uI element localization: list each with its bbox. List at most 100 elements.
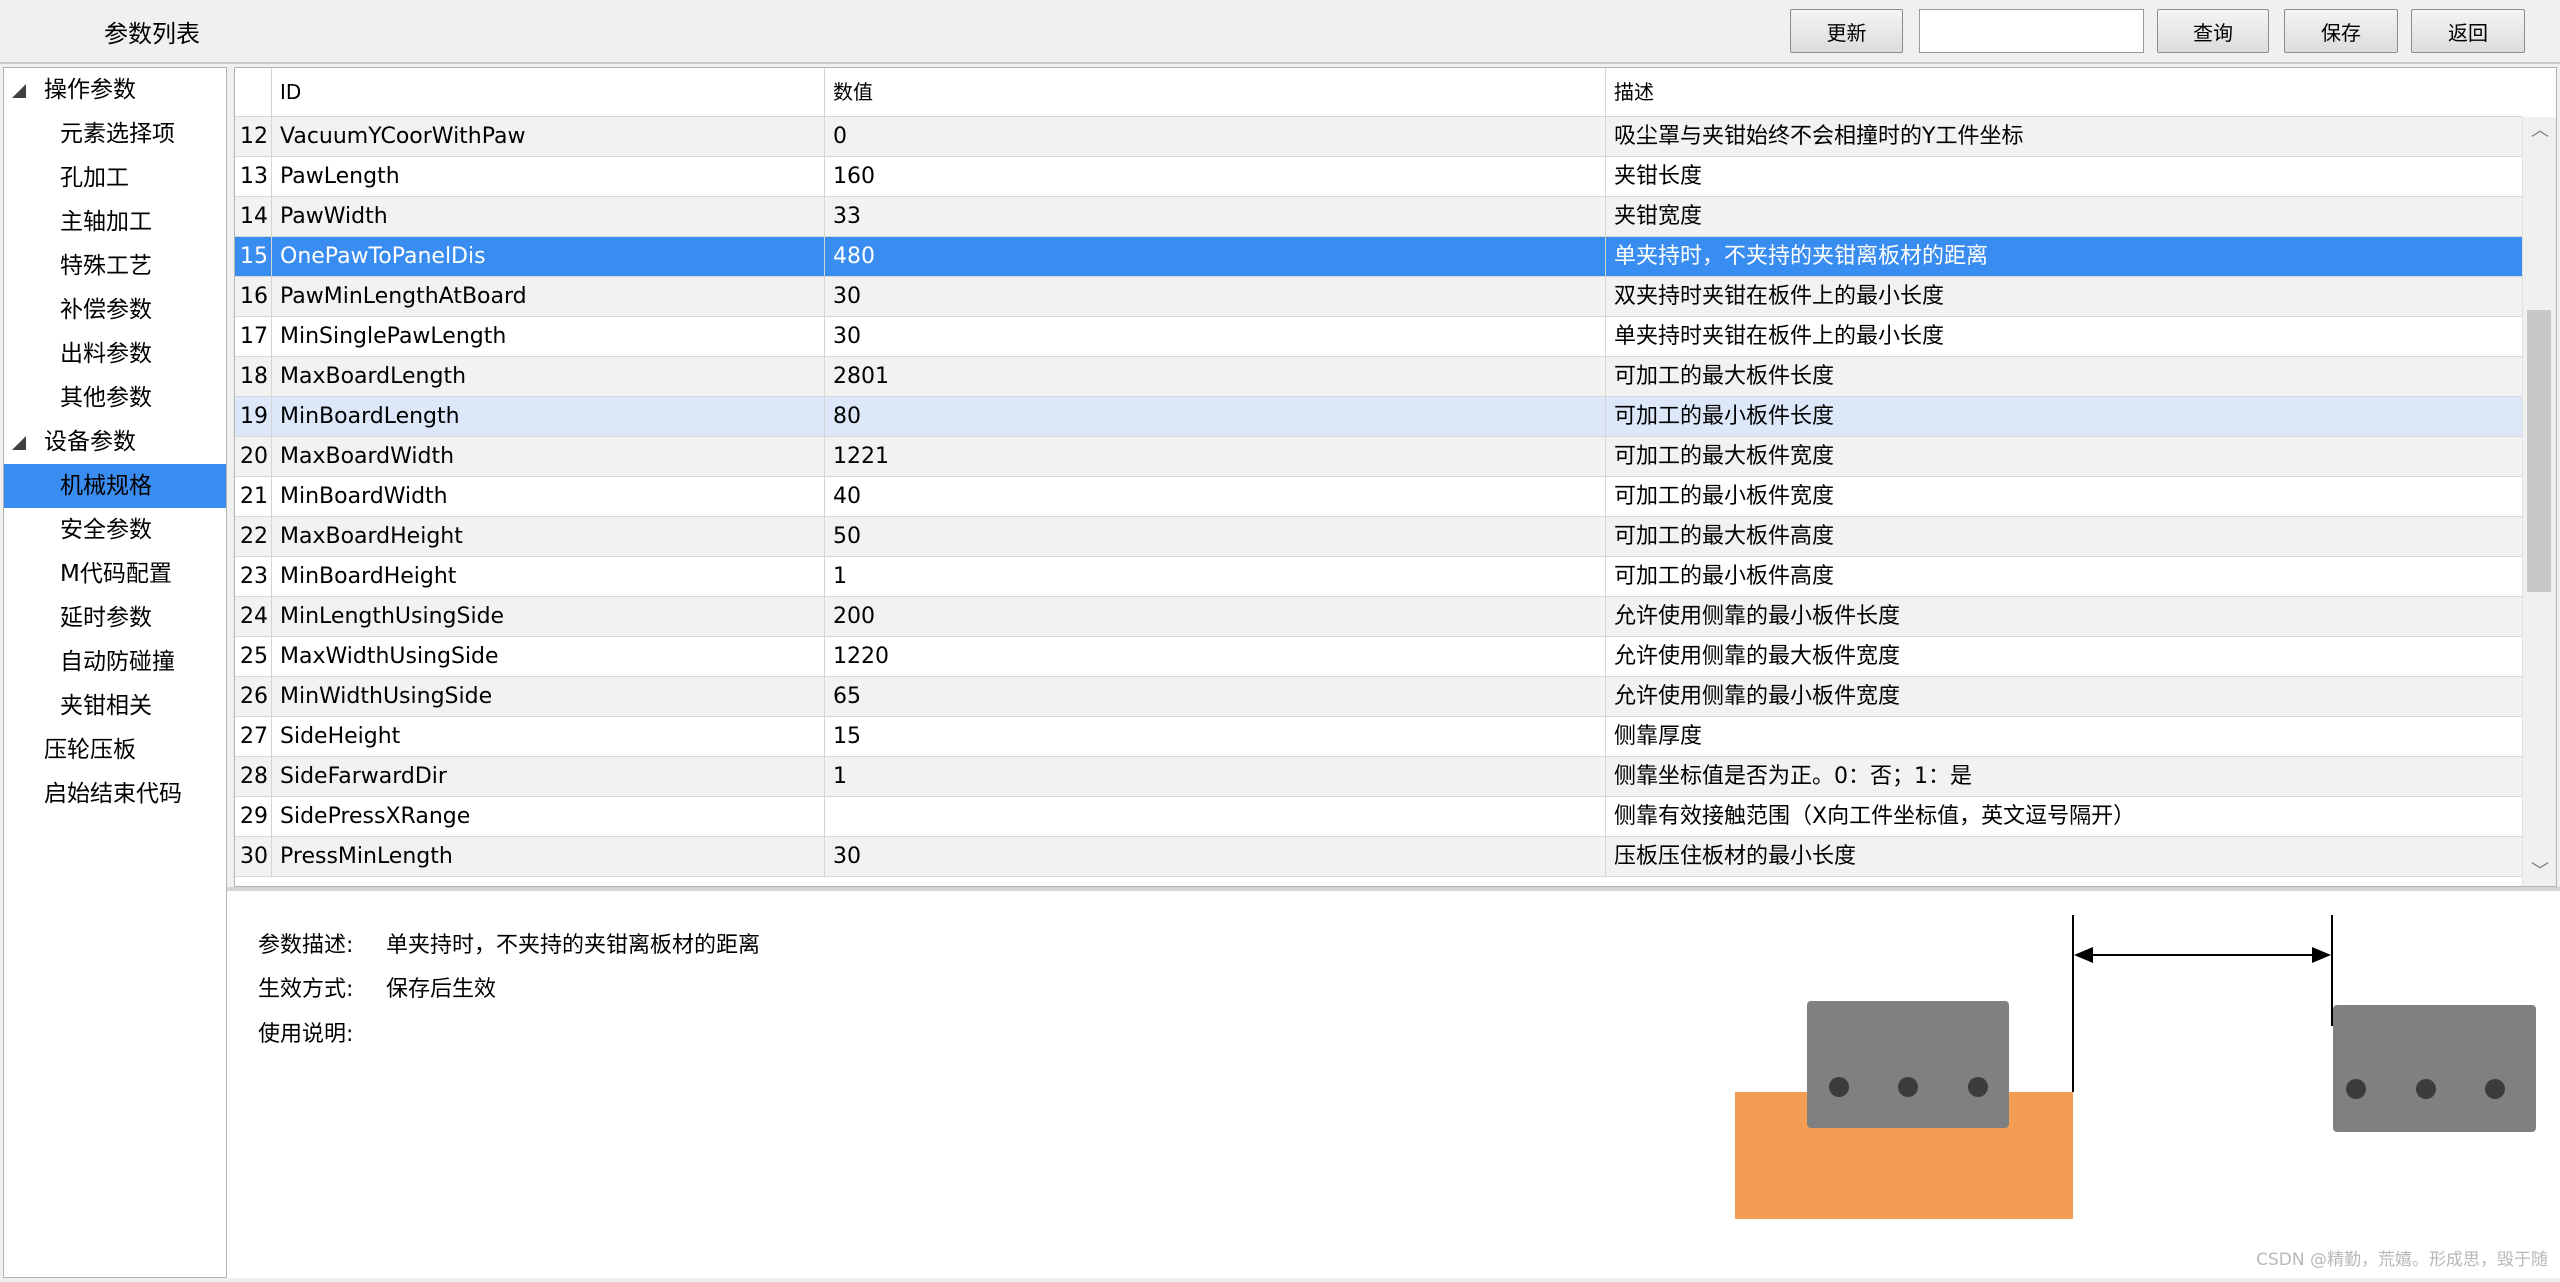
table-row[interactable]: 16 PawMinLengthAtBoard 30 双夹持时夹钳在板件上的最小长度 <box>235 277 2522 317</box>
param-value-cell[interactable]: 50 <box>825 517 1606 556</box>
query-button[interactable]: 查询 <box>2157 9 2269 53</box>
param-value-cell[interactable]: 1 <box>825 757 1606 796</box>
expand-triangle-icon[interactable] <box>12 436 26 450</box>
scroll-up-icon[interactable]: ︿ <box>2531 121 2549 141</box>
param-value-cell[interactable]: 1 <box>825 557 1606 596</box>
param-value-cell[interactable]: 160 <box>825 157 1606 196</box>
table-row[interactable]: 26 MinWidthUsingSide 65 允许使用侧靠的最小板件宽度 <box>235 677 2522 717</box>
toolbar: 参数列表 更新 查询 保存 返回 <box>0 0 2560 64</box>
scrollbar-thumb[interactable] <box>2527 310 2551 592</box>
scroll-down-icon[interactable]: ﹀ <box>2531 862 2549 882</box>
tree-item[interactable]: 主轴加工 <box>4 200 226 244</box>
table-row[interactable]: 21 MinBoardWidth 40 可加工的最小板件宽度 <box>235 477 2522 517</box>
tree-item-label: 机械规格 <box>60 473 152 499</box>
param-id-cell: MinBoardHeight <box>272 557 825 596</box>
update-button[interactable]: 更新 <box>1790 9 1903 53</box>
param-value-cell[interactable] <box>825 797 1606 836</box>
tree-item[interactable]: 安全参数 <box>4 508 226 552</box>
param-value-cell[interactable]: 30 <box>825 277 1606 316</box>
table-row[interactable]: 14 PawWidth 33 夹钳宽度 <box>235 197 2522 237</box>
tree-item-label: 设备参数 <box>44 429 136 455</box>
table-row[interactable]: 29 SidePressXRange 侧靠有效接触范围（X向工件坐标值，英文逗号隔开… <box>235 797 2522 837</box>
distance-arrow-icon <box>2072 915 2333 1092</box>
param-value-cell[interactable]: 1221 <box>825 437 1606 476</box>
table-row[interactable]: 28 SideFarwardDir 1 侧靠坐标值是否为正。0：否；1：是 <box>235 757 2522 797</box>
param-id-cell: MinLengthUsingSide <box>272 597 825 636</box>
param-value-cell[interactable]: 480 <box>825 237 1606 276</box>
column-header-id[interactable]: ID <box>272 68 825 116</box>
row-number: 29 <box>235 797 272 836</box>
param-id-cell: MaxWidthUsingSide <box>272 637 825 676</box>
table-row[interactable]: 15 OnePawToPanelDis 480 单夹持时，不夹持的夹钳离板材的距离 <box>235 237 2522 277</box>
row-number: 18 <box>235 357 272 396</box>
back-button[interactable]: 返回 <box>2411 9 2525 53</box>
table-row[interactable]: 23 MinBoardHeight 1 可加工的最小板件高度 <box>235 557 2522 597</box>
search-input[interactable] <box>1919 9 2144 53</box>
param-id-cell: MinWidthUsingSide <box>272 677 825 716</box>
table-row[interactable]: 24 MinLengthUsingSide 200 允许使用侧靠的最小板件长度 <box>235 597 2522 637</box>
tree-item-label: 特殊工艺 <box>60 253 152 279</box>
table-row[interactable]: 12 VacuumYCoorWithPaw 0 吸尘罩与夹钳始终不会相撞时的Y工件坐标 <box>235 117 2522 157</box>
param-value-cell[interactable]: 80 <box>825 397 1606 436</box>
param-value-cell[interactable]: 30 <box>825 317 1606 356</box>
param-value-cell[interactable]: 1220 <box>825 637 1606 676</box>
column-header-value[interactable]: 数值 <box>825 68 1606 116</box>
table-row[interactable]: 20 MaxBoardWidth 1221 可加工的最大板件宽度 <box>235 437 2522 477</box>
tree-item[interactable]: 补偿参数 <box>4 288 226 332</box>
tree-item-label: 主轴加工 <box>60 209 152 235</box>
param-id-cell: SidePressXRange <box>272 797 825 836</box>
expand-triangle-icon[interactable] <box>12 84 26 98</box>
tree-group[interactable]: 压轮压板 <box>4 728 226 772</box>
save-button[interactable]: 保存 <box>2284 9 2398 53</box>
tree-item[interactable]: 特殊工艺 <box>4 244 226 288</box>
tree-item-label: 孔加工 <box>60 165 129 191</box>
param-value-cell[interactable]: 0 <box>825 117 1606 156</box>
param-id-cell: OnePawToPanelDis <box>272 237 825 276</box>
param-id-cell: MaxBoardHeight <box>272 517 825 556</box>
row-number: 22 <box>235 517 272 556</box>
tree-group[interactable]: 启始结束代码 <box>4 772 226 816</box>
tree-item[interactable]: 夹钳相关 <box>4 684 226 728</box>
tree-item[interactable]: 自动防碰撞 <box>4 640 226 684</box>
param-description-cell: 允许使用侧靠的最小板件长度 <box>1614 604 1901 629</box>
tree-item-label: 出料参数 <box>60 341 152 367</box>
tree-item-label: 补偿参数 <box>60 297 152 323</box>
param-value-cell[interactable]: 33 <box>825 197 1606 236</box>
tree-item[interactable]: 机械规格 <box>4 464 226 508</box>
param-description-cell: 侧靠厚度 <box>1614 724 1703 749</box>
tree-item[interactable]: 孔加工 <box>4 156 226 200</box>
watermark-text: CSDN @精勤，荒嬉。形成思，毁于随 <box>2256 1250 2548 1270</box>
tree-item[interactable]: 其他参数 <box>4 376 226 420</box>
column-header-description[interactable]: 描述 <box>1606 68 2522 116</box>
param-value-cell[interactable]: 40 <box>825 477 1606 516</box>
param-description-cell: 允许使用侧靠的最大板件宽度 <box>1614 644 1901 669</box>
param-id-cell: SideFarwardDir <box>272 757 825 796</box>
param-description-cell: 单夹持时夹钳在板件上的最小长度 <box>1614 324 1945 349</box>
table-row[interactable]: 13 PawLength 160 夹钳长度 <box>235 157 2522 197</box>
vertical-scrollbar[interactable]: ︿ ﹀ <box>2522 117 2556 886</box>
tree-item[interactable]: 延时参数 <box>4 596 226 640</box>
table-row[interactable]: 22 MaxBoardHeight 50 可加工的最大板件高度 <box>235 517 2522 557</box>
param-value-cell[interactable]: 2801 <box>825 357 1606 396</box>
param-value-cell[interactable]: 200 <box>825 597 1606 636</box>
table-row[interactable]: 19 MinBoardLength 80 可加工的最小板件长度 <box>235 397 2522 437</box>
param-value-cell[interactable]: 65 <box>825 677 1606 716</box>
param-id-cell: MinSinglePawLength <box>272 317 825 356</box>
table-row[interactable]: 25 MaxWidthUsingSide 1220 允许使用侧靠的最大板件宽度 <box>235 637 2522 677</box>
tree-item-label: 其他参数 <box>60 385 152 411</box>
param-description-cell: 可加工的最小板件宽度 <box>1614 484 1835 509</box>
tree-item[interactable]: M代码配置 <box>4 552 226 596</box>
tree-item[interactable]: 出料参数 <box>4 332 226 376</box>
tree-group[interactable]: 设备参数 <box>4 420 226 464</box>
param-description-cell: 可加工的最大板件宽度 <box>1614 444 1835 469</box>
param-value-cell[interactable]: 15 <box>825 717 1606 756</box>
table-row[interactable]: 18 MaxBoardLength 2801 可加工的最大板件长度 <box>235 357 2522 397</box>
row-header-corner <box>235 68 272 116</box>
param-value-cell[interactable]: 30 <box>825 837 1606 876</box>
table-row[interactable]: 17 MinSinglePawLength 30 单夹持时夹钳在板件上的最小长度 <box>235 317 2522 357</box>
table-row[interactable]: 30 PressMinLength 30 压板压住板材的最小长度 <box>235 837 2522 877</box>
tree-item[interactable]: 元素选择项 <box>4 112 226 156</box>
param-id-cell: SideHeight <box>272 717 825 756</box>
tree-group[interactable]: 操作参数 <box>4 68 226 112</box>
table-row[interactable]: 27 SideHeight 15 侧靠厚度 <box>235 717 2522 757</box>
